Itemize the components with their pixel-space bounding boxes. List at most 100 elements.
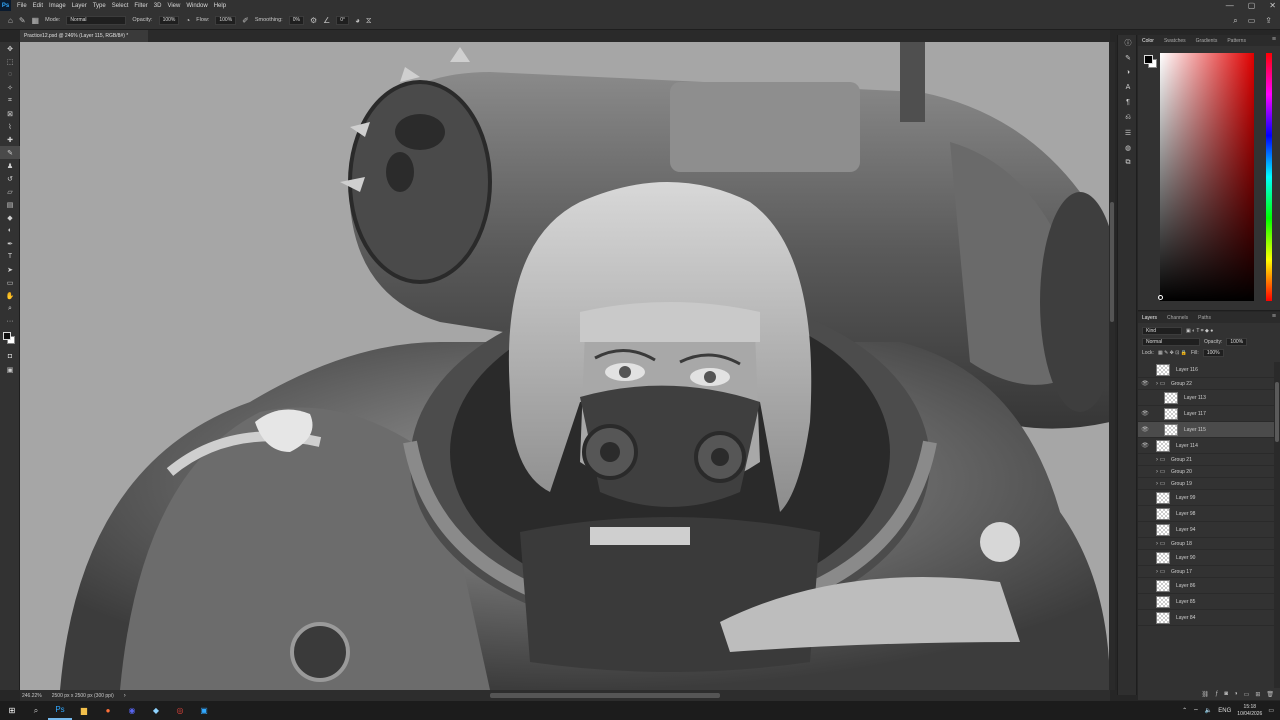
layer-row[interactable]: 👁 Layer 117: [1138, 406, 1274, 422]
saturation-value-field[interactable]: [1160, 53, 1254, 301]
tab-layers[interactable]: Layers: [1142, 315, 1157, 321]
chevron-right-icon[interactable]: ›: [124, 693, 126, 699]
path-select-tool-icon[interactable]: ➤: [0, 263, 20, 276]
workspace-icon[interactable]: ▭: [1248, 16, 1256, 26]
panel-menu-icon[interactable]: ≡: [1272, 36, 1276, 43]
character-icon[interactable]: A: [1118, 80, 1138, 95]
layer-row[interactable]: Layer 116: [1138, 362, 1274, 378]
hue-slider[interactable]: [1266, 53, 1272, 301]
mode-select[interactable]: Normal: [66, 15, 127, 25]
angle-input[interactable]: 0°: [336, 15, 350, 25]
network-icon[interactable]: ⌔: [1193, 707, 1199, 715]
layer-fill-input[interactable]: 100%: [1202, 348, 1224, 357]
tab-patterns[interactable]: Patterns: [1227, 38, 1246, 44]
document-tab[interactable]: Practice12.psd @ 246% (Layer 115, RGB/8#…: [20, 30, 148, 42]
volume-icon[interactable]: 🔈: [1205, 707, 1212, 714]
zoom-level[interactable]: 246.22%: [22, 693, 42, 699]
tab-channels[interactable]: Channels: [1167, 315, 1188, 321]
layer-thumbnail[interactable]: [1164, 391, 1178, 404]
layer-thumbnail[interactable]: [1156, 491, 1170, 504]
clock[interactable]: 15:18 10/04/2026: [1237, 704, 1262, 718]
filter-icons[interactable]: ▣ ◐ T ⌗ ◆ ●: [1186, 328, 1213, 334]
search-icon[interactable]: ⌕: [1233, 16, 1237, 26]
layer-group-row[interactable]: › ▭ Group 20: [1138, 466, 1274, 478]
taskbar-app-icon[interactable]: ◆: [144, 701, 168, 720]
navigator-icon[interactable]: ◍: [1118, 140, 1138, 155]
layer-row[interactable]: Layer 85: [1138, 594, 1274, 610]
layer-thumbnail[interactable]: [1164, 423, 1178, 436]
layer-name[interactable]: Group 19: [1171, 481, 1192, 487]
layer-filter-select[interactable]: Kind: [1142, 326, 1182, 335]
eraser-tool-icon[interactable]: ▱: [0, 185, 20, 198]
marquee-tool-icon[interactable]: ⬚: [0, 55, 20, 68]
new-group-icon[interactable]: ▭: [1244, 691, 1250, 698]
pressure-size-icon[interactable]: ◕: [355, 16, 360, 25]
menu-type[interactable]: Type: [93, 3, 106, 9]
gradient-tool-icon[interactable]: ▤: [0, 198, 20, 211]
hand-tool-icon[interactable]: ✋: [0, 289, 20, 302]
brush-preset-icon[interactable]: ✎: [19, 16, 26, 25]
folder-icon[interactable]: › ▭: [1156, 468, 1168, 475]
lasso-tool-icon[interactable]: ◌: [0, 68, 20, 81]
canvas-vertical-scrollbar[interactable]: [1109, 42, 1115, 690]
gear-icon[interactable]: ⚙: [310, 16, 317, 25]
blend-mode-select[interactable]: Normal: [1142, 337, 1200, 346]
notifications-icon[interactable]: ▭: [1268, 707, 1274, 714]
layer-row[interactable]: 👁 Layer 115: [1138, 422, 1274, 438]
layer-thumbnail[interactable]: [1156, 579, 1170, 592]
flow-input[interactable]: 100%: [215, 15, 237, 25]
layer-row[interactable]: Layer 90: [1138, 550, 1274, 566]
layer-thumbnail[interactable]: [1156, 551, 1170, 564]
language-indicator[interactable]: ENG: [1218, 708, 1231, 714]
dodge-tool-icon[interactable]: ◐: [0, 224, 20, 237]
brush-settings-icon[interactable]: ▦: [32, 16, 40, 25]
picker-foreground-swatch[interactable]: [1144, 55, 1153, 64]
layer-name[interactable]: Layer 99: [1176, 495, 1195, 501]
layer-name[interactable]: Layer 86: [1176, 583, 1195, 589]
color-picker-cursor[interactable]: [1158, 295, 1163, 300]
folder-icon[interactable]: › ▭: [1156, 380, 1168, 387]
new-layer-icon[interactable]: ⊞: [1255, 691, 1260, 698]
layers-scroll-thumb[interactable]: [1275, 382, 1279, 442]
visibility-eye-icon[interactable]: 👁: [1138, 426, 1152, 433]
taskbar-obs-icon[interactable]: ◎: [168, 701, 192, 720]
horizontal-scroll-thumb[interactable]: [490, 693, 720, 698]
layer-thumbnail[interactable]: [1164, 407, 1178, 420]
crop-tool-icon[interactable]: ⌗: [0, 94, 20, 107]
visibility-eye-icon[interactable]: 👁: [1138, 380, 1152, 387]
move-tool-icon[interactable]: ✥: [0, 42, 20, 55]
eyedropper-tool-icon[interactable]: ⌇: [0, 120, 20, 133]
taskbar-firefox-icon[interactable]: ●: [96, 701, 120, 720]
menu-help[interactable]: Help: [214, 3, 226, 9]
layers-menu-icon[interactable]: ≡: [1272, 313, 1276, 320]
menu-edit[interactable]: Edit: [33, 3, 43, 9]
layer-thumbnail[interactable]: [1156, 507, 1170, 520]
layer-name[interactable]: Layer 113: [1184, 395, 1206, 401]
more-tools-icon[interactable]: ···: [0, 315, 20, 328]
taskbar-search-icon[interactable]: ⌕: [24, 701, 48, 720]
menu-view[interactable]: View: [167, 3, 180, 9]
healing-tool-icon[interactable]: ✚: [0, 133, 20, 146]
frame-tool-icon[interactable]: ⊠: [0, 107, 20, 120]
layer-opacity-input[interactable]: 100%: [1226, 337, 1248, 346]
paragraph-icon[interactable]: ¶: [1118, 95, 1138, 110]
menu-window[interactable]: Window: [186, 3, 207, 9]
layer-thumbnail[interactable]: [1156, 595, 1170, 608]
tab-swatches[interactable]: Swatches: [1164, 38, 1186, 44]
screen-mode-icon[interactable]: ▣: [0, 363, 20, 376]
taskbar-photoshop-2-icon[interactable]: ▣: [192, 701, 216, 720]
layer-name[interactable]: Layer 90: [1176, 555, 1195, 561]
layer-group-row[interactable]: › ▭ Group 17: [1138, 566, 1274, 578]
tab-paths[interactable]: Paths: [1198, 315, 1211, 321]
layers-scrollbar[interactable]: [1274, 362, 1280, 688]
minimize-button[interactable]: —: [1226, 0, 1234, 11]
menu-layer[interactable]: Layer: [72, 3, 87, 9]
foreground-color-swatch[interactable]: [3, 332, 11, 340]
layer-group-row[interactable]: › ▭ Group 18: [1138, 538, 1274, 550]
layer-row[interactable]: Layer 86: [1138, 578, 1274, 594]
blur-tool-icon[interactable]: ◆: [0, 211, 20, 224]
learn-icon[interactable]: ⓘ: [1118, 35, 1138, 50]
maximize-button[interactable]: ▢: [1248, 0, 1256, 11]
layer-row[interactable]: 👁 Layer 114: [1138, 438, 1274, 454]
layer-row[interactable]: Layer 94: [1138, 522, 1274, 538]
